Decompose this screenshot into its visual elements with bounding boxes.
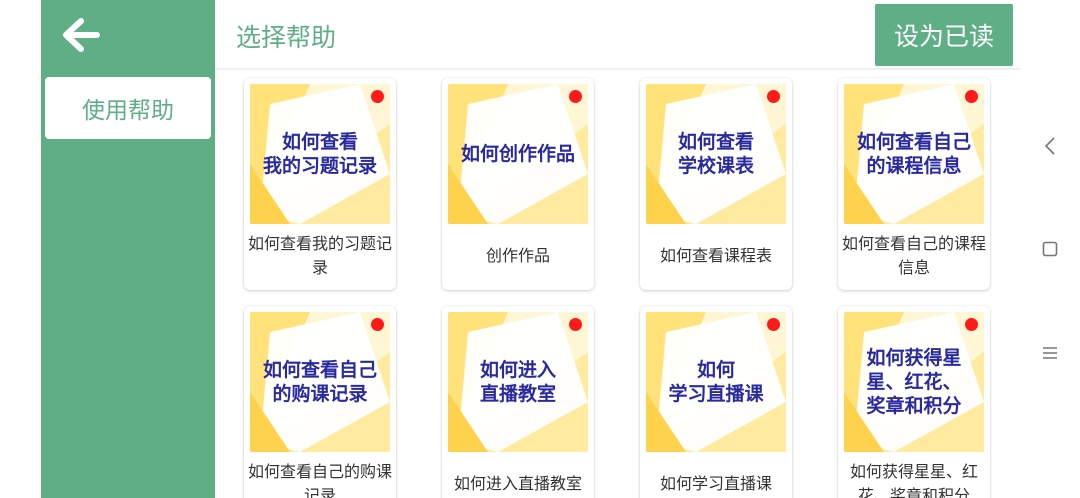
help-card-caption: 如何查看自己的购课记录	[247, 462, 392, 498]
mark-as-read-button[interactable]: 设为已读	[875, 4, 1013, 66]
thumbnail-title: 如何查看 我的习题记录	[262, 131, 377, 177]
unread-dot	[569, 318, 582, 331]
help-card-thumbnail: 如何获得星 星、红花、 奖章和积分	[844, 312, 984, 452]
help-card-grid: 如何查看 我的习题记录 如何查看我的习题记录 如何创作作品 创作作品 如何查看 …	[215, 72, 1021, 498]
thumbnail-title: 如何进入 直播教室	[479, 359, 556, 405]
help-card[interactable]: 如何查看自己 的课程信息 如何查看自己的课程信息	[838, 78, 990, 290]
unread-dot	[371, 90, 384, 103]
thumbnail-title: 如何 学习直播课	[668, 359, 764, 405]
unread-dot	[965, 90, 978, 103]
nav-back-button[interactable]	[1039, 135, 1061, 157]
thumbnail-title: 如何查看自己 的购课记录	[262, 359, 377, 405]
unread-dot	[371, 318, 384, 331]
help-card-caption: 如何查看课程表	[659, 246, 772, 265]
help-card[interactable]: 如何获得星 星、红花、 奖章和积分 如何获得星星、红花、奖章和积分	[838, 306, 990, 498]
sidebar-item-usage-help[interactable]: 使用帮助	[45, 77, 211, 139]
unread-dot	[767, 90, 780, 103]
back-triangle-icon	[1044, 137, 1055, 155]
nav-home-button[interactable]	[1039, 238, 1061, 260]
help-card-thumbnail: 如何查看 学校课表	[646, 84, 786, 224]
unread-dot	[767, 318, 780, 331]
thumbnail-title: 如何创作作品	[460, 143, 575, 165]
back-button[interactable]	[59, 12, 103, 58]
help-card-thumbnail: 如何查看自己 的购课记录	[250, 312, 390, 452]
arrow-left-icon	[63, 18, 100, 52]
help-card-thumbnail: 如何 学习直播课	[646, 312, 786, 452]
nav-menu-button[interactable]	[1039, 342, 1061, 364]
unread-dot	[965, 318, 978, 331]
help-card[interactable]: 如何 学习直播课 如何学习直播课	[640, 306, 792, 498]
page-title: 选择帮助	[236, 23, 337, 52]
system-nav-bar	[1021, 0, 1080, 498]
help-card-thumbnail: 如何创作作品	[448, 84, 588, 224]
menu-lines-icon	[1043, 347, 1057, 359]
help-card-caption: 如何获得星星、红花、奖章和积分	[849, 462, 978, 498]
help-card[interactable]: 如何查看自己 的购课记录 如何查看自己的购课记录	[244, 306, 396, 498]
thumbnail-title: 如何查看自己 的课程信息	[856, 131, 971, 177]
help-card[interactable]: 如何创作作品 创作作品	[442, 78, 594, 290]
help-card-caption: 如何查看我的习题记录	[247, 234, 392, 277]
help-card-caption: 如何进入直播教室	[453, 474, 582, 493]
thumbnail-title: 如何查看 学校课表	[677, 131, 754, 177]
help-card-caption: 创作作品	[485, 246, 550, 265]
help-screen: 使用帮助 选择帮助 设为已读 如何查看 我的习题记录 如何查看我的习题记录 如何…	[0, 0, 1080, 498]
help-card-thumbnail: 如何查看 我的习题记录	[250, 84, 390, 224]
help-card-thumbnail: 如何进入 直播教室	[448, 312, 588, 452]
help-card-caption: 如何查看自己的课程信息	[841, 234, 986, 277]
unread-dot	[569, 90, 582, 103]
header: 选择帮助 设为已读	[215, 0, 1021, 70]
help-card-caption: 如何学习直播课	[659, 474, 772, 493]
help-card-thumbnail: 如何查看自己 的课程信息	[844, 84, 984, 224]
help-card[interactable]: 如何进入 直播教室 如何进入直播教室	[442, 306, 594, 498]
help-card[interactable]: 如何查看 我的习题记录 如何查看我的习题记录	[244, 78, 396, 290]
sidebar: 使用帮助	[41, 0, 215, 498]
help-card[interactable]: 如何查看 学校课表 如何查看课程表	[640, 78, 792, 290]
home-square-icon	[1042, 241, 1058, 257]
thumbnail-title: 如何获得星 星、红花、 奖章和积分	[866, 347, 962, 417]
